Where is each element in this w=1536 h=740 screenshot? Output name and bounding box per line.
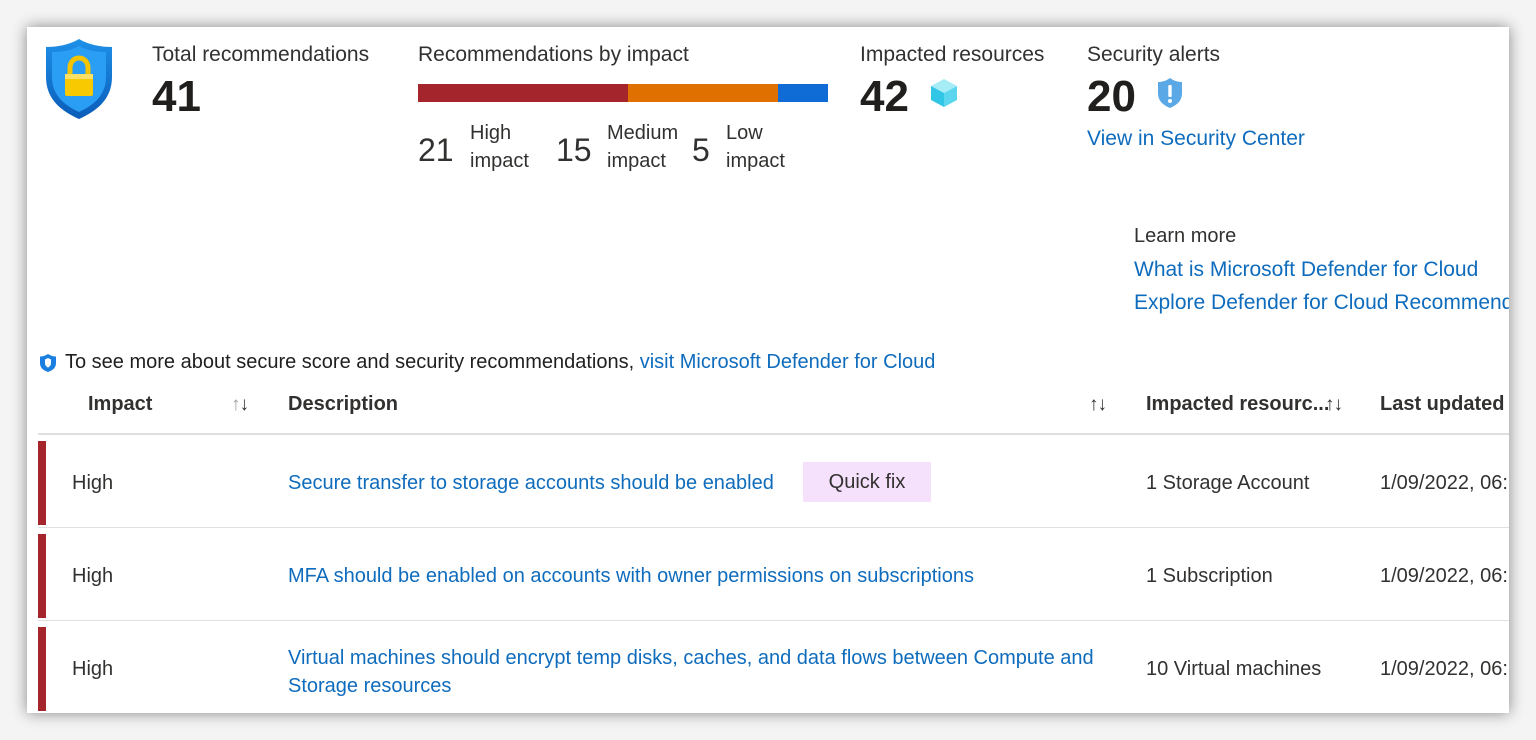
impact-bar-medium xyxy=(628,84,778,102)
row-impact: High xyxy=(72,565,114,587)
impact-bar-high xyxy=(418,84,628,102)
medium-impact-label: Medium impact xyxy=(607,119,678,175)
row-resources: 1 Storage Account xyxy=(1146,472,1310,494)
row-resources: 1 Subscription xyxy=(1146,565,1273,587)
table-row[interactable]: High MFA should be enabled on accounts w… xyxy=(38,532,1509,621)
high-impact-label: High impact xyxy=(470,119,529,175)
explore-recommendations-link[interactable]: Explore Defender for Cloud Recommendatio… xyxy=(1134,291,1509,315)
security-alerts-label: Security alerts xyxy=(1087,43,1221,66)
cube-icon xyxy=(931,79,957,107)
recommendations-panel: Total recommendations 41 Recommendations… xyxy=(27,27,1509,713)
impact-stripe xyxy=(38,627,46,711)
medium-impact-count: 15 xyxy=(556,132,592,168)
visit-defender-link[interactable]: visit Microsoft Defender for Cloud xyxy=(640,351,936,373)
row-last-updated: 1/09/2022, 06: xyxy=(1380,472,1508,494)
shield-info-icon xyxy=(40,354,56,372)
sort-down-glyph: ↓ xyxy=(239,394,249,415)
impact-chart-label: Recommendations by impact xyxy=(418,43,689,66)
impact-stripe xyxy=(38,534,46,618)
low-impact-label: Low impact xyxy=(726,119,785,175)
row-description-link[interactable]: MFA should be enabled on accounts with o… xyxy=(288,565,974,588)
row-description-link[interactable]: Virtual machines should encrypt temp dis… xyxy=(288,644,1094,700)
security-alerts-value: 20 xyxy=(1087,72,1136,121)
high-impact-count: 21 xyxy=(418,132,454,168)
high-impact-label-line1: High xyxy=(470,122,512,144)
shield-alert-icon xyxy=(1158,78,1182,108)
row-resources: 10 Virtual machines xyxy=(1146,658,1322,680)
quick-fix-badge[interactable]: Quick fix xyxy=(803,462,931,502)
info-text: To see more about secure score and secur… xyxy=(65,351,635,373)
table-row[interactable]: High Secure transfer to storage accounts… xyxy=(38,439,1509,528)
row-last-updated: 1/09/2022, 06: xyxy=(1380,658,1508,680)
description-sort-icon[interactable]: ↑↓ xyxy=(1089,394,1107,416)
low-impact-label-line1: Low xyxy=(726,122,763,144)
last-updated-column-header[interactable]: Last updated xyxy=(1380,393,1504,416)
row-impact: High xyxy=(72,472,114,494)
sort-up-glyph: ↑ xyxy=(231,394,240,415)
low-impact-count: 5 xyxy=(692,132,710,168)
row-description-line2: Storage resources xyxy=(288,675,452,697)
header-divider xyxy=(38,433,1509,435)
impacted-resources-label: Impacted resources xyxy=(860,43,1045,66)
view-in-security-center-link[interactable]: View in Security Center xyxy=(1087,127,1305,151)
sort-up-glyph: ↑ xyxy=(1325,394,1334,415)
low-impact-label-line2: impact xyxy=(726,150,785,172)
medium-impact-label-line2: impact xyxy=(607,150,666,172)
defender-shield-icon xyxy=(46,39,112,119)
row-last-updated: 1/09/2022, 06: xyxy=(1380,565,1508,587)
learn-more-label: Learn more xyxy=(1134,225,1237,247)
resources-sort-icon[interactable]: ↑↓ xyxy=(1325,394,1343,416)
sort-down-glyph: ↓ xyxy=(1097,394,1107,415)
description-column-header[interactable]: Description xyxy=(288,393,398,416)
high-impact-label-line2: impact xyxy=(470,150,529,172)
impacted-resources-value: 42 xyxy=(860,72,909,121)
row-impact: High xyxy=(72,658,114,680)
info-line: To see more about secure score and secur… xyxy=(65,351,935,374)
sort-up-glyph: ↑ xyxy=(1089,394,1098,415)
table-row[interactable]: High Virtual machines should encrypt tem… xyxy=(38,625,1509,713)
impact-stripe xyxy=(38,441,46,525)
impact-bar xyxy=(418,84,828,102)
row-description-link[interactable]: Secure transfer to storage accounts shou… xyxy=(288,472,774,495)
impact-bar-low xyxy=(778,84,828,102)
resources-column-header[interactable]: Impacted resourc... xyxy=(1146,393,1329,416)
row-description-line1: Virtual machines should encrypt temp dis… xyxy=(288,647,1094,669)
sort-down-glyph: ↓ xyxy=(1333,394,1343,415)
total-recommendations-label: Total recommendations xyxy=(152,43,370,66)
impact-column-header[interactable]: Impact xyxy=(88,393,152,416)
medium-impact-label-line1: Medium xyxy=(607,122,679,144)
impact-sort-icon[interactable]: ↑↓ xyxy=(231,394,249,416)
what-is-defender-link[interactable]: What is Microsoft Defender for Cloud xyxy=(1134,258,1478,282)
total-recommendations-value: 41 xyxy=(152,72,201,121)
